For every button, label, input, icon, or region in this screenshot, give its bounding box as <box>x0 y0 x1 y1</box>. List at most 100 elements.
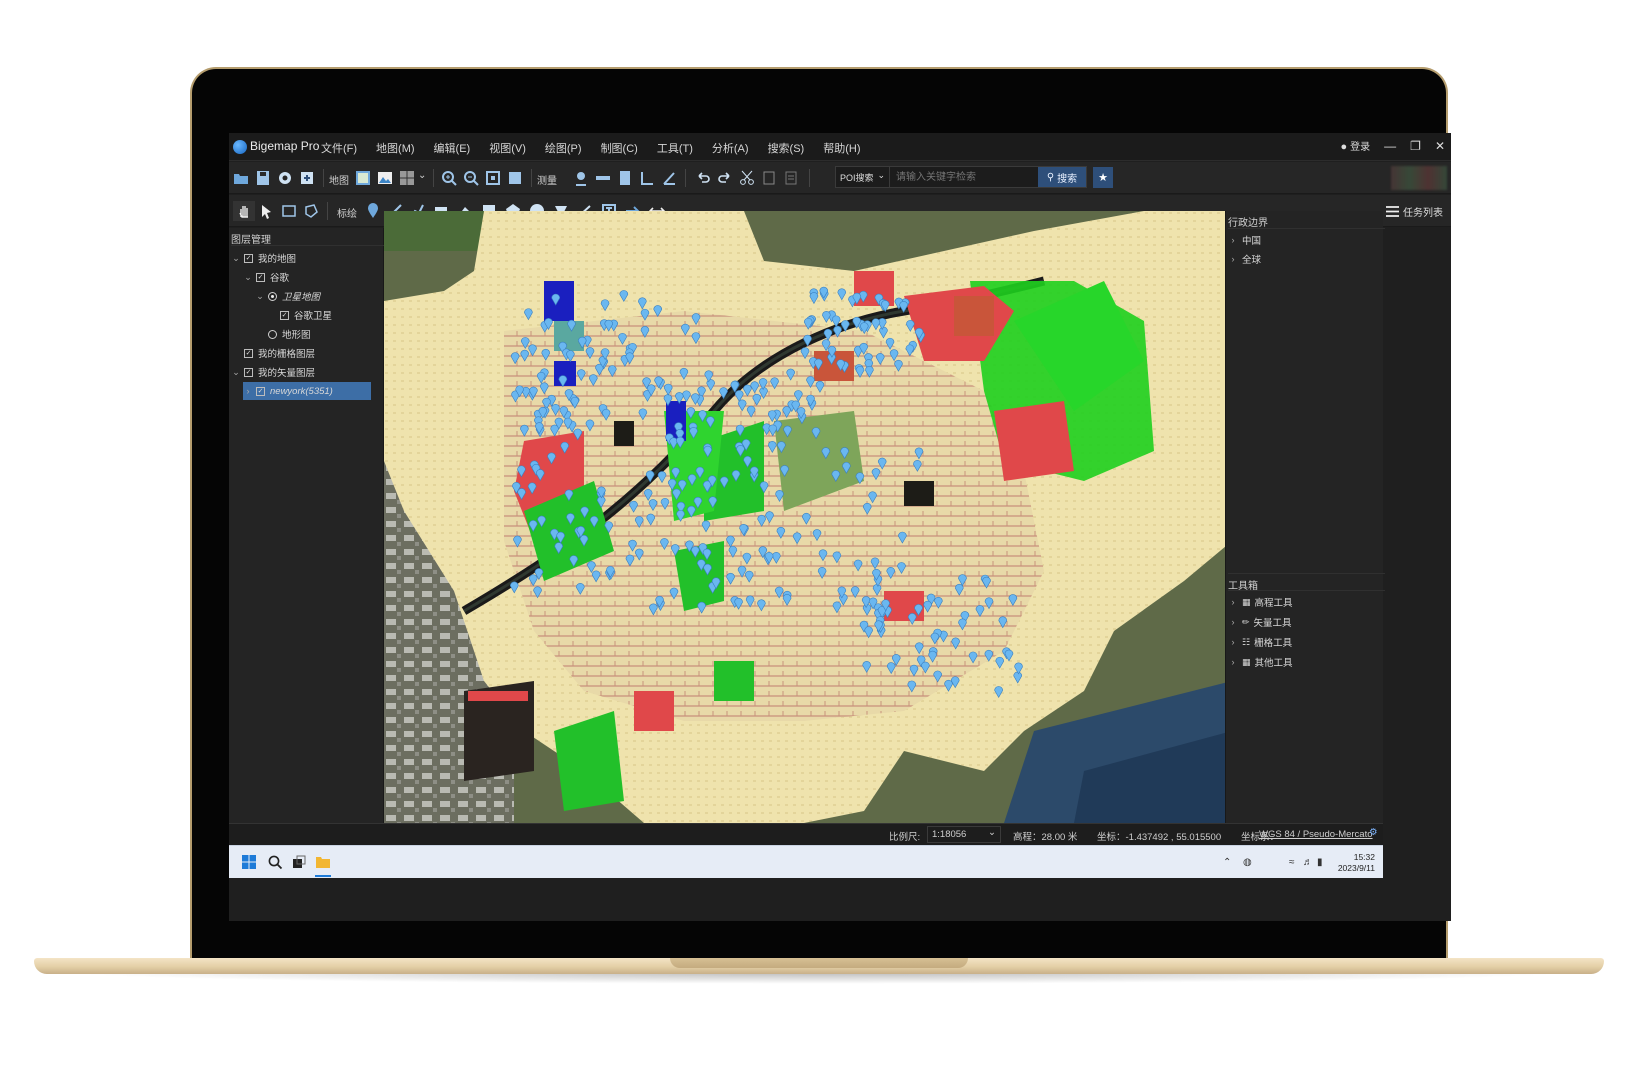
chevron-down-icon[interactable]: ⌄ <box>231 367 241 378</box>
layer-item-newyork-selected[interactable]: › ✓ newyork(5351) <box>243 382 371 400</box>
menu-search[interactable]: 搜索(S) <box>768 140 805 156</box>
paste-icon[interactable] <box>783 170 799 186</box>
checkbox-checked-icon[interactable]: ✓ <box>244 253 253 263</box>
toolbox-item-raster[interactable]: › ☷ 栅格工具 <box>1228 633 1293 651</box>
measure-angle-icon[interactable] <box>639 170 655 186</box>
layer-item-satellite-map[interactable]: ⌄ 卫星地图 <box>255 287 320 305</box>
image-layer-icon[interactable] <box>377 170 393 186</box>
crs-link[interactable]: WGS 84 / Pseudo-Mercato <box>1259 829 1373 840</box>
file-explorer-icon[interactable] <box>315 854 331 870</box>
checkbox-checked-icon[interactable]: ✓ <box>256 386 265 396</box>
full-extent-icon[interactable] <box>507 170 523 186</box>
polygon-select-icon[interactable] <box>303 203 319 219</box>
menu-help[interactable]: 帮助(H) <box>823 140 860 156</box>
location-pin-icon[interactable] <box>573 170 589 186</box>
zoom-out-icon[interactable] <box>463 170 479 186</box>
layer-item-google[interactable]: ⌄ ✓ 谷歌 <box>243 268 289 286</box>
radio-selected-icon[interactable] <box>268 291 277 301</box>
open-folder-icon[interactable] <box>233 170 249 186</box>
toolbox-item-vector[interactable]: › ✏ 矢量工具 <box>1228 613 1292 631</box>
search-button[interactable]: ⚲ 搜索 <box>1038 167 1086 187</box>
poi-search-input[interactable] <box>892 167 1040 187</box>
menu-edit[interactable]: 编辑(E) <box>434 140 471 156</box>
zoom-in-icon[interactable] <box>441 170 457 186</box>
admin-item-china[interactable]: › 中国 <box>1228 231 1262 249</box>
select-arrow-icon[interactable] <box>259 203 275 219</box>
redo-icon[interactable] <box>717 170 733 186</box>
layer-item-vector-layers[interactable]: ⌄ ✓ 我的矢量图层 <box>231 363 315 381</box>
marker-pin-icon[interactable] <box>365 203 381 219</box>
chevron-up-icon[interactable]: ⌃ <box>1223 857 1231 868</box>
system-clock[interactable]: 15:32 2023/9/11 <box>1338 852 1375 874</box>
chevron-right-icon[interactable]: › <box>1228 657 1238 667</box>
maximize-button[interactable]: ❐ <box>1410 139 1421 153</box>
search-icon[interactable] <box>267 854 283 870</box>
windows-start-icon[interactable] <box>241 854 257 870</box>
wifi-icon[interactable]: ≈ <box>1289 857 1295 868</box>
task-view-icon[interactable] <box>291 854 307 870</box>
menu-view[interactable]: 视图(V) <box>489 140 526 156</box>
grid-layer-icon[interactable] <box>399 170 415 186</box>
checkbox-checked-icon[interactable]: ✓ <box>280 310 289 320</box>
export-icon[interactable] <box>299 170 315 186</box>
chevron-down-icon[interactable]: ⌄ <box>231 253 241 264</box>
undo-icon[interactable] <box>695 170 711 186</box>
elevation-readout: 高程：28.00 米 <box>1013 832 1078 843</box>
chevron-down-icon[interactable]: ⌄ <box>418 170 426 181</box>
settings-gear-icon[interactable] <box>277 170 293 186</box>
layer-item-google-satellite[interactable]: ✓ 谷歌卫星 <box>277 306 332 324</box>
admin-item-global[interactable]: › 全球 <box>1228 250 1262 268</box>
close-button[interactable]: ✕ <box>1435 139 1445 153</box>
copy-icon[interactable] <box>761 170 777 186</box>
map-layers-icon[interactable] <box>355 170 371 186</box>
checkbox-checked-icon[interactable]: ✓ <box>244 348 253 358</box>
measure-distance-icon[interactable] <box>595 170 611 186</box>
chevron-down-icon[interactable]: ⌄ <box>243 272 253 283</box>
layer-item-raster-layers[interactable]: ✓ 我的栅格图层 <box>241 344 315 362</box>
volume-icon[interactable]: ♬ <box>1303 857 1313 868</box>
checkbox-checked-icon[interactable]: ✓ <box>256 272 265 282</box>
settings-gear-icon[interactable]: ⚙ <box>1369 827 1378 838</box>
battery-icon[interactable]: ▮ <box>1317 857 1323 868</box>
toolbar-separator <box>685 169 686 187</box>
save-file-icon[interactable] <box>255 170 271 186</box>
chevron-right-icon[interactable]: › <box>1228 597 1238 607</box>
chevron-right-icon[interactable]: › <box>1228 617 1238 627</box>
minimize-button[interactable]: — <box>1384 139 1396 153</box>
menu-map[interactable]: 地图(M) <box>376 140 415 156</box>
favorites-star-icon[interactable]: ★ <box>1093 167 1113 188</box>
chevron-right-icon[interactable]: › <box>1228 637 1238 647</box>
mark-label: 标绘 <box>337 209 357 220</box>
menu-file[interactable]: 文件(F) <box>321 140 357 156</box>
measure-azimuth-icon[interactable] <box>661 170 677 186</box>
chevron-right-icon[interactable]: › <box>1228 235 1238 245</box>
chevron-down-icon: ⌄ <box>877 170 885 180</box>
measure-area-icon[interactable] <box>617 170 633 186</box>
scale-select[interactable]: 1:18056 ⌄ <box>927 826 1001 843</box>
ime-icon[interactable]: ◍ <box>1243 857 1252 868</box>
chevron-down-icon[interactable]: ⌄ <box>255 291 265 302</box>
toolbox-item-other[interactable]: › ▦ 其他工具 <box>1228 653 1293 671</box>
poi-search-type-select[interactable]: POI搜索 ⌄ <box>836 167 890 187</box>
building-polygon <box>634 691 674 731</box>
map-canvas[interactable] <box>384 211 1232 823</box>
toolbox-item-elevation[interactable]: › ▦ 高程工具 <box>1228 593 1293 611</box>
zoom-extent-icon[interactable] <box>485 170 501 186</box>
radio-unselected-icon[interactable] <box>268 329 277 339</box>
cut-icon[interactable] <box>739 170 755 186</box>
layer-item-terrain[interactable]: 地形图 <box>265 325 311 343</box>
chevron-right-icon[interactable]: › <box>243 386 253 396</box>
menu-cartography[interactable]: 制图(C) <box>601 140 638 156</box>
login-button[interactable]: ● 登录 <box>1341 138 1371 153</box>
layer-item-my-map[interactable]: ⌄ ✓ 我的地图 <box>231 249 296 267</box>
pan-hand-icon[interactable] <box>233 201 255 221</box>
rect-select-icon[interactable] <box>281 203 297 219</box>
menu-bar: 文件(F) 地图(M) 编辑(E) 视图(V) 绘图(P) 制图(C) 工具(T… <box>321 140 880 156</box>
checkbox-checked-icon[interactable]: ✓ <box>244 367 253 377</box>
menu-draw[interactable]: 绘图(P) <box>545 140 582 156</box>
task-list-button[interactable]: 任务列表 <box>1386 204 1443 219</box>
menu-analysis[interactable]: 分析(A) <box>712 140 749 156</box>
menu-tools[interactable]: 工具(T) <box>657 140 693 156</box>
chevron-right-icon[interactable]: › <box>1228 254 1238 264</box>
elevation-tool-icon: ▦ <box>1242 596 1251 607</box>
